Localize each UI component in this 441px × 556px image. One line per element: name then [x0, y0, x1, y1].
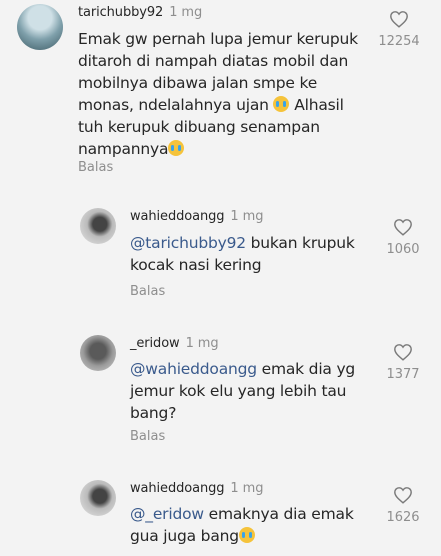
crying-laughing-emoji-icon: [168, 140, 185, 156]
reply-comment: wahieddoangg 1 mg @_eridow emaknya dia em…: [0, 472, 441, 556]
timestamp: 1 mg: [230, 209, 264, 224]
comment-header: _eridow 1 mg: [130, 336, 219, 351]
crying-laughing-emoji-icon: [238, 527, 255, 543]
mention-link[interactable]: @wahieddoangg: [130, 360, 257, 378]
comment-header: wahieddoangg 1 mg: [130, 481, 263, 496]
avatar[interactable]: [80, 480, 116, 516]
reply-button[interactable]: Balas: [130, 284, 165, 299]
heart-icon: [394, 344, 412, 361]
avatar[interactable]: [80, 208, 116, 244]
heart-icon: [394, 219, 412, 236]
comment-header: tarichubby92 1 mg: [78, 5, 202, 20]
comment-text: @wahieddoangg emak dia yg jemur kok elu …: [130, 358, 382, 424]
reply-comment: _eridow 1 mg @wahieddoangg emak dia yg je…: [0, 327, 441, 457]
like-count: 1060: [386, 242, 420, 257]
timestamp: 1 mg: [169, 5, 203, 20]
username[interactable]: wahieddoangg: [130, 481, 225, 496]
timestamp: 1 mg: [230, 481, 264, 496]
avatar[interactable]: [80, 335, 116, 371]
comment-text: Emak gw pernah lupa jemur kerupuk ditaro…: [78, 28, 370, 160]
reply-comment: wahieddoangg 1 mg @tarichubby92 bukan kru…: [0, 200, 441, 310]
reply-button[interactable]: Balas: [78, 160, 113, 175]
crying-laughing-emoji-icon: [273, 96, 290, 112]
timestamp: 1 mg: [185, 336, 219, 351]
username[interactable]: tarichubby92: [78, 5, 163, 20]
heart-icon: [390, 11, 408, 28]
comment-header: wahieddoangg 1 mg: [130, 209, 263, 224]
like-button[interactable]: 1060: [378, 218, 428, 257]
like-button[interactable]: 12254: [374, 10, 424, 49]
comment-text: @tarichubby92 bukan krupuk kocak nasi ke…: [130, 232, 380, 276]
comment-text: @_eridow emaknya dia emak gua juga bang: [130, 503, 380, 547]
like-count: 12254: [378, 34, 420, 49]
comment: tarichubby92 1 mg Emak gw pernah lupa jem…: [0, 0, 441, 190]
reply-button[interactable]: Balas: [130, 429, 165, 444]
heart-icon: [394, 487, 412, 504]
mention-link[interactable]: @tarichubby92: [130, 234, 246, 252]
like-count: 1377: [386, 367, 420, 382]
like-button[interactable]: 1626: [378, 486, 428, 525]
like-button[interactable]: 1377: [378, 343, 428, 382]
like-count: 1626: [386, 510, 420, 525]
mention-link[interactable]: @_eridow: [130, 505, 204, 523]
avatar[interactable]: [17, 4, 63, 50]
username[interactable]: _eridow: [130, 336, 180, 351]
username[interactable]: wahieddoangg: [130, 209, 225, 224]
